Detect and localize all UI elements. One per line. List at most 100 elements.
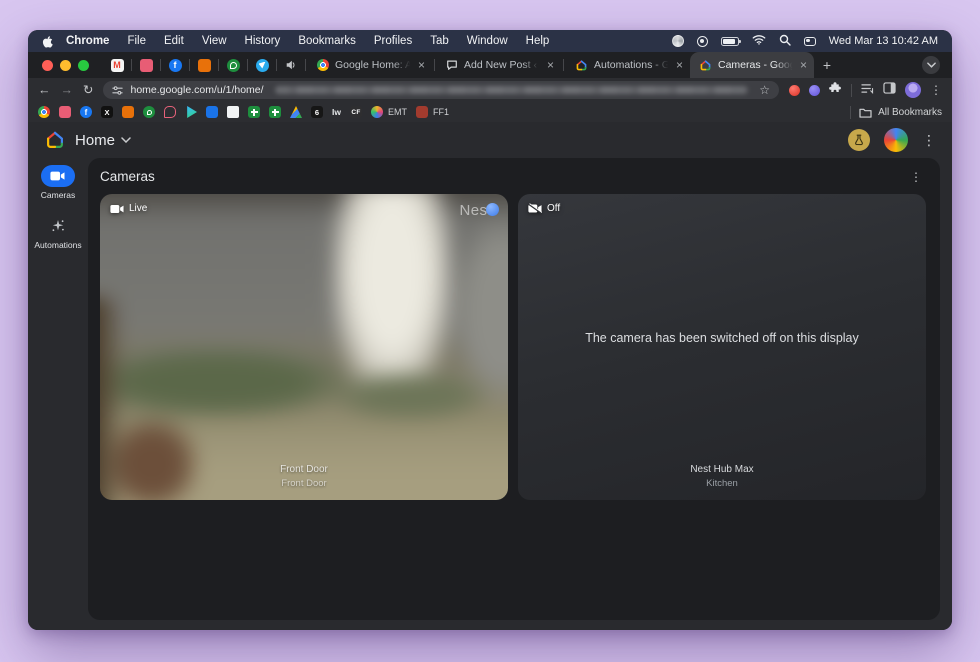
home-structure-title[interactable]: Home <box>75 132 115 149</box>
google-favicon <box>317 59 329 71</box>
menu-history[interactable]: History <box>236 35 290 47</box>
bookmark-pink-icon[interactable] <box>59 106 71 118</box>
tab-separator <box>276 59 277 71</box>
close-window-button[interactable] <box>42 60 53 71</box>
pinned-tab-messenger[interactable] <box>250 52 274 78</box>
bookmark-drive-icon[interactable] <box>290 106 302 118</box>
url-text[interactable]: home.google.com/u/1/home/ <box>130 84 263 96</box>
app-menu-kebab-icon[interactable]: ⋮ <box>922 132 936 149</box>
screen-record-icon[interactable] <box>697 36 708 47</box>
menu-clock[interactable]: Wed Mar 13 10:42 AM <box>829 35 938 47</box>
bookmark-facebook-icon[interactable]: f <box>80 106 92 118</box>
sidebar-label: Cameras <box>41 190 75 200</box>
labs-flask-icon[interactable] <box>848 129 870 151</box>
pinned-tab-chat[interactable] <box>134 52 158 78</box>
camera-card-nest-hub-max[interactable]: Off The camera has been switched off on … <box>518 194 926 500</box>
menu-profiles[interactable]: Profiles <box>365 35 421 47</box>
menu-bookmarks[interactable]: Bookmarks <box>289 35 365 47</box>
profile-avatar[interactable] <box>905 82 921 98</box>
page-title: Cameras <box>100 169 155 184</box>
pinned-tab-orange[interactable] <box>192 52 216 78</box>
google-home-icon <box>699 59 712 72</box>
camera-card-front-door[interactable]: Live Nest Front Door Front Door <box>100 194 508 500</box>
bookmark-star-icon[interactable]: ☆ <box>759 83 770 97</box>
menu-chrome[interactable]: Chrome <box>57 35 118 47</box>
bookmark-green-plus-icon[interactable] <box>248 106 260 118</box>
side-panel-icon[interactable] <box>883 81 896 99</box>
back-button[interactable]: ← <box>38 84 51 97</box>
bookmark-green-plus-icon[interactable] <box>269 106 281 118</box>
menu-window[interactable]: Window <box>458 35 517 47</box>
gmail-icon: M <box>111 59 124 72</box>
menubar-utility-icon[interactable] <box>672 35 684 47</box>
close-tab-icon[interactable]: × <box>676 59 683 71</box>
close-tab-icon[interactable]: × <box>547 59 554 71</box>
bookmark-bubble-icon[interactable] <box>164 106 176 118</box>
extension-purple-icon[interactable] <box>809 85 820 96</box>
tab-cameras-active[interactable]: Cameras - Google Home × <box>690 52 814 78</box>
bookmarks-divider <box>850 106 851 119</box>
sidebar-item-cameras[interactable]: Cameras <box>41 165 75 200</box>
phone-icon <box>227 59 240 72</box>
browser-window: Chrome File Edit View History Bookmarks … <box>28 30 952 630</box>
bookmark-orange-icon[interactable] <box>122 106 134 118</box>
close-tab-icon[interactable]: × <box>800 59 807 71</box>
all-bookmarks-label: All Bookmarks <box>878 107 942 118</box>
zoom-window-button[interactable] <box>78 60 89 71</box>
menu-file[interactable]: File <box>118 35 155 47</box>
minimize-window-button[interactable] <box>60 60 71 71</box>
menu-view[interactable]: View <box>193 35 236 47</box>
control-center-icon[interactable] <box>804 37 816 46</box>
google-home-icon <box>575 59 588 72</box>
google-home-logo-icon <box>44 129 66 151</box>
bookmark-voice-icon[interactable] <box>143 106 155 118</box>
bookmark-emt[interactable]: EMT <box>371 106 407 118</box>
pinned-tab-voice[interactable] <box>221 52 245 78</box>
panel-menu-kebab-icon[interactable]: ⋮ <box>910 170 926 184</box>
menu-help[interactable]: Help <box>517 35 559 47</box>
all-bookmarks-button[interactable]: All Bookmarks <box>859 107 942 118</box>
menu-status-area: Wed Mar 13 10:42 AM <box>672 34 938 49</box>
tab-google-home-access[interactable]: Google Home: Access camer × <box>308 52 432 78</box>
wifi-icon[interactable] <box>752 34 766 48</box>
battery-icon[interactable] <box>721 37 739 46</box>
app-body: Cameras Automations Cameras ⋮ <box>28 158 952 630</box>
bookmark-x-icon[interactable]: X <box>101 106 113 118</box>
tab-automations[interactable]: Automations - Google Home × <box>566 52 690 78</box>
sidebar-item-automations[interactable]: Automations <box>34 215 81 250</box>
bookmark-six-icon[interactable]: 6 <box>311 106 323 118</box>
extension-red-icon[interactable] <box>789 85 800 96</box>
active-pill <box>41 165 75 187</box>
tab-audio-indicator[interactable] <box>279 52 303 78</box>
browser-menu-kebab-icon[interactable]: ⋮ <box>930 84 942 96</box>
bookmark-blue-icon[interactable] <box>206 106 218 118</box>
bookmark-doc-icon[interactable] <box>227 106 239 118</box>
bookmark-iw[interactable]: Iw <box>332 107 341 117</box>
tab-separator <box>131 59 132 71</box>
chevron-down-icon[interactable] <box>121 137 131 143</box>
apple-menu-icon[interactable] <box>42 35 53 48</box>
new-tab-button[interactable]: + <box>814 57 840 73</box>
bookmark-chrome-icon[interactable] <box>38 106 50 118</box>
reading-list-icon[interactable] <box>861 81 874 99</box>
pinned-tab-facebook[interactable]: f <box>163 52 187 78</box>
blue-dot-cursor <box>486 203 499 216</box>
spotlight-search-icon[interactable] <box>779 34 791 49</box>
reload-button[interactable]: ↻ <box>83 84 93 97</box>
extensions-puzzle-icon[interactable] <box>829 81 842 99</box>
bookmark-ff1[interactable]: FF1 <box>416 106 449 118</box>
tab-search-button[interactable] <box>922 56 940 74</box>
camera-off-message: The camera has been switched off on this… <box>567 329 877 347</box>
bookmark-cf-icon[interactable]: CF <box>350 106 362 118</box>
forward-button[interactable]: → <box>61 84 74 97</box>
menu-tab[interactable]: Tab <box>421 35 458 47</box>
menu-edit[interactable]: Edit <box>155 35 193 47</box>
tab-droid-life[interactable]: Add New Post ‹ Droid Life — × <box>437 52 561 78</box>
bookmark-label: FF1 <box>433 107 449 117</box>
pinned-tabs: M f <box>105 52 308 78</box>
pinned-tab-gmail[interactable]: M <box>105 52 129 78</box>
close-tab-icon[interactable]: × <box>418 59 425 71</box>
address-bar[interactable]: home.google.com/u/1/home/ ☆ <box>103 81 779 99</box>
account-avatar[interactable] <box>884 128 908 152</box>
bookmark-play-icon[interactable] <box>185 106 197 118</box>
